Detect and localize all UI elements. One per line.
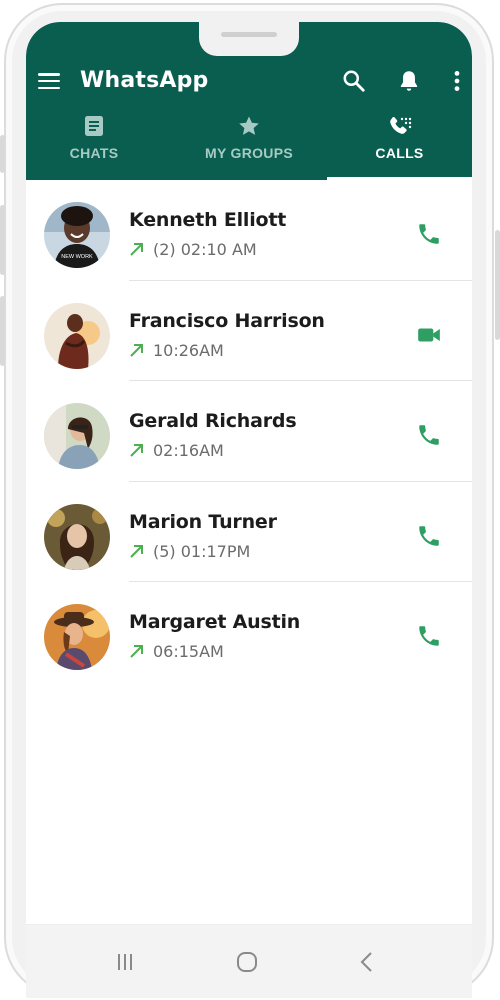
avatar (44, 302, 110, 369)
caller-name: Kenneth Elliott (129, 209, 287, 231)
caller-name: Margaret Austin (129, 611, 301, 634)
video-call-icon[interactable] (416, 322, 442, 348)
search-icon[interactable] (341, 68, 367, 94)
tab-label: MY GROUPS (204, 145, 293, 161)
tab-my-groups[interactable]: MY GROUPS (176, 114, 322, 178)
call-row[interactable]: Gerald Richards 02:16AM (26, 381, 472, 482)
voice-call-icon[interactable] (416, 623, 442, 649)
screen-content: WhatsApp CHATS MY GROUPS CALLS NEW WORK … (26, 22, 472, 924)
call-time: (5) 01:17PM (153, 541, 251, 561)
call-time: (2) 02:10 AM (153, 240, 257, 259)
tab-chats[interactable]: CHATS (26, 114, 162, 178)
home-icon[interactable] (235, 951, 259, 973)
call-detail: (5) 01:17PM (129, 542, 250, 561)
bell-icon[interactable] (396, 68, 422, 94)
back-icon[interactable] (358, 951, 376, 973)
call-detail: 06:15AM (129, 642, 224, 661)
caller-name: Francisco Harrison (129, 309, 325, 332)
avatar (44, 403, 110, 470)
avatar (44, 604, 110, 671)
call-time: 06:15AM (153, 642, 224, 662)
call-row[interactable]: Margaret Austin 06:15AM (26, 582, 472, 683)
call-detail: (2) 02:10 AM (129, 240, 257, 259)
outgoing-arrow-icon (130, 243, 143, 256)
call-row[interactable]: Francisco Harrison 10:26AM (26, 281, 472, 382)
outgoing-arrow-icon (130, 444, 143, 457)
volume-button (0, 135, 5, 173)
hamburger-menu-icon[interactable] (38, 73, 60, 90)
call-row[interactable]: Marion Turner (5) 01:17PM (26, 482, 472, 583)
app-title: WhatsApp (80, 68, 209, 93)
shirt-text: NEW WORK (61, 254, 93, 260)
outgoing-arrow-icon (130, 645, 143, 659)
voice-call-icon[interactable] (416, 523, 442, 549)
caller-name: Marion Turner (129, 510, 277, 533)
avatar (44, 503, 110, 570)
outgoing-arrow-icon (130, 544, 143, 558)
system-navigation-bar (26, 924, 472, 998)
tab-label: CALLS (375, 145, 424, 161)
star-icon (239, 116, 259, 135)
voice-call-icon[interactable] (416, 221, 442, 247)
call-detail: 10:26AM (129, 341, 224, 360)
speaker-grille (221, 32, 277, 37)
call-detail: 02:16AM (129, 441, 224, 460)
more-options-icon[interactable] (444, 68, 470, 94)
call-time: 10:26AM (153, 340, 224, 360)
tab-label: CHATS (69, 145, 119, 161)
outgoing-arrow-icon (130, 343, 143, 357)
phone-dialpad-icon (389, 117, 411, 134)
tab-calls[interactable]: CALLS (327, 114, 472, 178)
recent-apps-icon[interactable] (114, 951, 136, 973)
side-button (0, 205, 5, 275)
screen: WhatsApp CHATS MY GROUPS CALLS NEW WORK … (26, 22, 472, 998)
calls-list: NEW WORK Kenneth Elliott (2) 02:10 AM Fr… (26, 180, 472, 683)
voice-call-icon[interactable] (416, 422, 442, 448)
call-time: 02:16AM (153, 441, 224, 461)
side-button-2 (0, 296, 5, 366)
power-button (495, 230, 500, 340)
camera-notch (199, 22, 299, 56)
chat-document-icon (85, 116, 103, 136)
avatar: NEW WORK (44, 202, 110, 268)
call-row[interactable]: NEW WORK Kenneth Elliott (2) 02:10 AM (26, 180, 472, 281)
caller-name: Gerald Richards (129, 410, 297, 433)
